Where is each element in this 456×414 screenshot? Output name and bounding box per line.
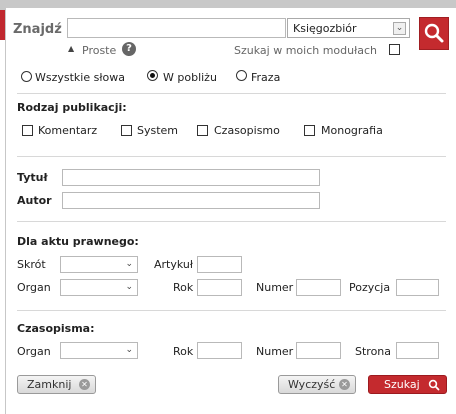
search-icon (424, 23, 444, 43)
position-input[interactable] (396, 279, 439, 296)
legal-year-input[interactable] (197, 279, 242, 296)
divider (17, 310, 446, 311)
page-input[interactable] (396, 342, 439, 359)
journal-heading: Czasopisma: (17, 322, 95, 335)
close-button-label: Zamknij (27, 378, 72, 391)
search-icon-button[interactable] (419, 17, 449, 50)
checkbox-system[interactable] (121, 125, 132, 136)
journal-year-label: Rok (173, 345, 194, 358)
radio-phrase-label: Fraza (251, 71, 281, 84)
title-label: Tytuł (17, 171, 48, 184)
checkbox-monograph-label: Monografia (321, 124, 383, 137)
checkbox-system-label: System (137, 124, 179, 137)
caret-up-icon: ▲ (68, 44, 75, 53)
legal-act-heading: Dla aktu prawnego: (17, 235, 139, 248)
collection-select[interactable]: Księgozbiór ⌄ (287, 18, 410, 38)
divider (17, 221, 446, 222)
divider (17, 93, 446, 94)
find-label: Znajdź (13, 22, 62, 37)
checkbox-journal-label: Czasopismo (214, 124, 280, 137)
close-icon: ✕ (339, 379, 350, 390)
title-input[interactable] (62, 169, 320, 186)
author-input[interactable] (62, 192, 320, 209)
collection-select-value: Księgozbiór (293, 22, 357, 35)
article-label: Artykuł (154, 258, 193, 271)
journal-number-input[interactable] (296, 342, 341, 359)
close-icon: ✕ (79, 379, 90, 390)
legal-number-label: Numer (256, 281, 294, 294)
chevron-down-icon: ⌄ (125, 345, 133, 355)
position-label: Pozycja (349, 281, 391, 294)
shortcut-label: Skrót (17, 258, 46, 271)
author-label: Autor (17, 194, 52, 207)
journal-year-input[interactable] (197, 342, 242, 359)
clear-button-label: Wyczyść (288, 378, 336, 391)
radio-phrase[interactable] (236, 70, 247, 81)
checkbox-monograph[interactable] (304, 125, 315, 136)
radio-all-words[interactable] (21, 71, 32, 82)
my-modules-checkbox[interactable] (389, 44, 400, 55)
radio-all-words-label: Wszystkie słowa (35, 71, 125, 84)
publication-type-heading: Rodzaj publikacji: (17, 101, 127, 114)
search-icon (428, 379, 440, 391)
legal-organ-label: Organ (17, 281, 51, 294)
question-icon[interactable]: ? (122, 42, 136, 56)
simple-search-link[interactable]: Proste (82, 44, 116, 57)
clear-button[interactable]: Wyczyść ✕ (278, 375, 356, 394)
my-modules-label: Szukaj w moich modułach (234, 44, 377, 57)
search-input[interactable] (67, 18, 286, 38)
page-label: Strona (355, 345, 392, 358)
checkbox-journal[interactable] (197, 125, 208, 136)
checkbox-commentary-label: Komentarz (38, 124, 98, 137)
search-button-label: Szukaj (384, 378, 420, 391)
divider (17, 156, 446, 157)
legal-organ-select[interactable]: ⌄ (60, 279, 138, 296)
close-button[interactable]: Zamknij ✕ (17, 375, 96, 394)
search-button[interactable]: Szukaj (368, 375, 447, 394)
legal-year-label: Rok (173, 281, 194, 294)
journal-organ-label: Organ (17, 345, 51, 358)
shortcut-select[interactable]: ⌄ (60, 256, 138, 273)
journal-organ-select[interactable]: ⌄ (60, 342, 138, 359)
radio-nearby[interactable] (147, 70, 158, 81)
chevron-down-icon: ⌄ (393, 22, 406, 35)
journal-number-label: Numer (256, 345, 294, 358)
chevron-down-icon: ⌄ (125, 259, 133, 269)
article-input[interactable] (197, 256, 242, 273)
checkbox-commentary[interactable] (22, 125, 33, 136)
chevron-down-icon: ⌄ (125, 282, 133, 292)
legal-number-input[interactable] (296, 279, 341, 296)
radio-nearby-label: W pobliżu (163, 71, 217, 84)
